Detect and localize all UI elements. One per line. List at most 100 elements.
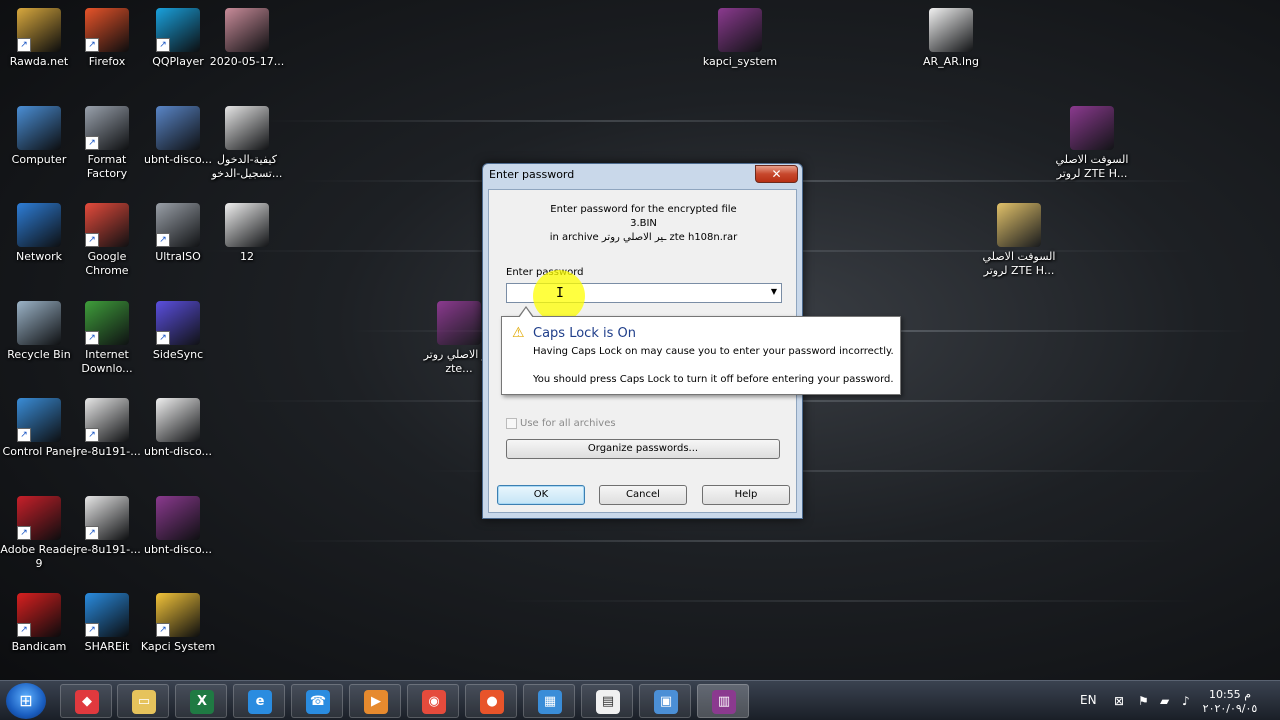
network-icon — [17, 203, 61, 247]
firefox-icon — [85, 8, 129, 52]
info-file-name: 3.BIN — [630, 218, 657, 229]
desktop-icon-label: Recycle Bin — [7, 348, 71, 361]
taskbar-item-firefox[interactable]: ● — [465, 684, 517, 718]
tooltip-line-2: You should press Caps Lock to turn it of… — [533, 374, 894, 385]
control-panel-icon — [17, 398, 61, 442]
desktop-icon-label: jre-8u191-... — [73, 445, 141, 458]
desktop-icon-kapci[interactable]: Kapci System — [139, 593, 217, 654]
taskbar-item-ie[interactable]: e — [233, 684, 285, 718]
taskbar-item-media[interactable]: ▶ — [349, 684, 401, 718]
desktop-icon-ultraiso[interactable]: UltraISO — [139, 203, 217, 264]
tooltip-line-1: Having Caps Lock on may cause you to ent… — [533, 346, 894, 357]
desktop-icon-label: Control Panel — [2, 445, 76, 458]
winrar-icon: ▥ — [712, 690, 736, 714]
desktop-icon-zte-folder[interactable]: السوفت الاصلي لروتر ZTE H... — [980, 203, 1058, 278]
security-warning-icon[interactable]: ⚑ — [1138, 694, 1149, 708]
desktop-icon-arabic-login[interactable]: كيفية-الدخول تسجيل-الدخو... — [208, 106, 286, 181]
desktop-icon-idm[interactable]: Internet Downlo... — [68, 301, 146, 376]
desktop-icon-sidesync[interactable]: SideSync — [139, 301, 217, 362]
help-button[interactable]: Help — [702, 485, 790, 505]
desktop-icon-label: UltraISO — [155, 250, 201, 263]
desktop-icon-kapci-system[interactable]: kapci_system — [701, 8, 779, 69]
desktop-icon-label: kapci_system — [702, 55, 778, 68]
desktop-icon-zte-rar[interactable]: السوفت الاصلي لروتر ZTE H... — [1053, 106, 1131, 181]
desktop-icon-label: ubnt-disco... — [143, 445, 213, 458]
desktop-icon-ar-ar[interactable]: AR_AR.lng — [912, 8, 990, 69]
gear-file-icon — [156, 106, 200, 150]
desktop-icon-label: SHAREit — [84, 640, 130, 653]
excel-icon: X — [190, 690, 214, 714]
desktop-icon-label: Rawda.net — [9, 55, 69, 68]
disc-icon — [156, 203, 200, 247]
power-icon[interactable]: ▰ — [1160, 694, 1169, 708]
winrar-icon — [718, 8, 762, 52]
use-for-all-checkbox[interactable] — [506, 418, 517, 429]
sidesync-icon — [156, 301, 200, 345]
control-panel-icon: ▦ — [538, 690, 562, 714]
taskbar-item-control[interactable]: ▦ — [523, 684, 575, 718]
chrome-icon: ◉ — [422, 690, 446, 714]
desktop-icon-format-factory[interactable]: Format Factory — [68, 106, 146, 181]
bandicam-icon — [17, 593, 61, 637]
desktop-icon-network[interactable]: Network — [0, 203, 78, 264]
cancel-button[interactable]: Cancel — [599, 485, 687, 505]
info-line-1: Enter password for the encrypted file — [550, 204, 737, 215]
caps-lock-tooltip: ⚠ Caps Lock is On Having Caps Lock on ma… — [501, 306, 901, 395]
shareit-icon — [85, 593, 129, 637]
desktop-icon-label: QQPlayer — [152, 55, 204, 68]
network-error-icon[interactable]: ⊠ — [1114, 694, 1124, 708]
desktop-icon-label: السوفت الاصلي لروتر ZTE H... — [982, 250, 1056, 277]
java-icon — [85, 496, 129, 540]
desktop-icon-rawda[interactable]: Rawda.net — [0, 8, 78, 69]
desktop-icon-computer[interactable]: Computer — [0, 106, 78, 167]
media-player-icon: ▶ — [364, 690, 388, 714]
taskbar-item-winrar[interactable]: ▥ — [697, 684, 749, 718]
taskbar-item-excel[interactable]: X — [175, 684, 227, 718]
anydesk-icon: ◆ — [75, 690, 99, 714]
taskbar-item-anydesk[interactable]: ◆ — [60, 684, 112, 718]
clock[interactable]: 10:55 م ٢٠٢٠/٠٩/٠٥ — [1200, 688, 1260, 716]
desktop-icon-file12[interactable]: 12 — [208, 203, 286, 264]
taskbar-item-explorer[interactable]: ▭ — [117, 684, 169, 718]
desktop-icon-label: ubnt-disco... — [143, 153, 213, 166]
desktop-icon-ubnt2[interactable]: ubnt-disco... — [139, 398, 217, 459]
chrome-icon — [85, 203, 129, 247]
language-indicator[interactable]: EN — [1080, 693, 1097, 707]
desktop-icon-control-panel[interactable]: Control Panel — [0, 398, 78, 459]
image-file-icon — [225, 8, 269, 52]
desktop-icon-chrome[interactable]: Google Chrome — [68, 203, 146, 278]
desktop-icon-jre2[interactable]: jre-8u191-... — [68, 496, 146, 557]
taskbar-item-image[interactable]: ▣ — [639, 684, 691, 718]
start-button[interactable]: ⊞ — [6, 683, 46, 719]
desktop-icon-shareit[interactable]: SHAREit — [68, 593, 146, 654]
winrar-icon — [437, 301, 481, 345]
desktop-icon-firefox[interactable]: Firefox — [68, 8, 146, 69]
desktop-icon-label: ubnt-disco... — [143, 543, 213, 556]
desktop-icon-adobe[interactable]: Adobe Reader 9 — [0, 496, 78, 571]
desktop-icon-date-file[interactable]: 2020-05-17... — [208, 8, 286, 69]
close-button[interactable]: ✕ — [755, 165, 798, 183]
desktop-icon-bandicam[interactable]: Bandicam — [0, 593, 78, 654]
ok-button[interactable]: OK — [497, 485, 585, 505]
desktop-icon-qqplayer[interactable]: QQPlayer — [139, 8, 217, 69]
chevron-down-icon[interactable]: ▼ — [771, 287, 777, 296]
desktop-icon-ubnt1[interactable]: ubnt-disco... — [139, 106, 217, 167]
desktop-icon-label: Bandicam — [11, 640, 67, 653]
text-cursor-icon: I — [556, 286, 564, 301]
desktop-icon-jre1[interactable]: jre-8u191-... — [68, 398, 146, 459]
desktop-icon-ubnt3[interactable]: ubnt-disco... — [139, 496, 217, 557]
desktop-icon-label: 12 — [240, 250, 254, 263]
taskbar-item-skype[interactable]: ☎ — [291, 684, 343, 718]
taskbar-item-doc[interactable]: ▤ — [581, 684, 633, 718]
recycle-bin-icon — [17, 301, 61, 345]
volume-icon[interactable]: ♪ — [1182, 694, 1190, 708]
adobe-reader-icon — [17, 496, 61, 540]
organize-passwords-button[interactable]: Organize passwords... — [506, 439, 780, 459]
folder-user-icon — [17, 8, 61, 52]
desktop-icon-label: Google Chrome — [85, 250, 129, 277]
kapci-icon — [156, 593, 200, 637]
desktop-icon-label: AR_AR.lng — [923, 55, 979, 68]
taskbar-item-chrome[interactable]: ◉ — [407, 684, 459, 718]
info-archive-name: in archive ـير الاصلي روتر zte h108n.rar — [549, 232, 738, 243]
desktop-icon-recycle[interactable]: Recycle Bin — [0, 301, 78, 362]
